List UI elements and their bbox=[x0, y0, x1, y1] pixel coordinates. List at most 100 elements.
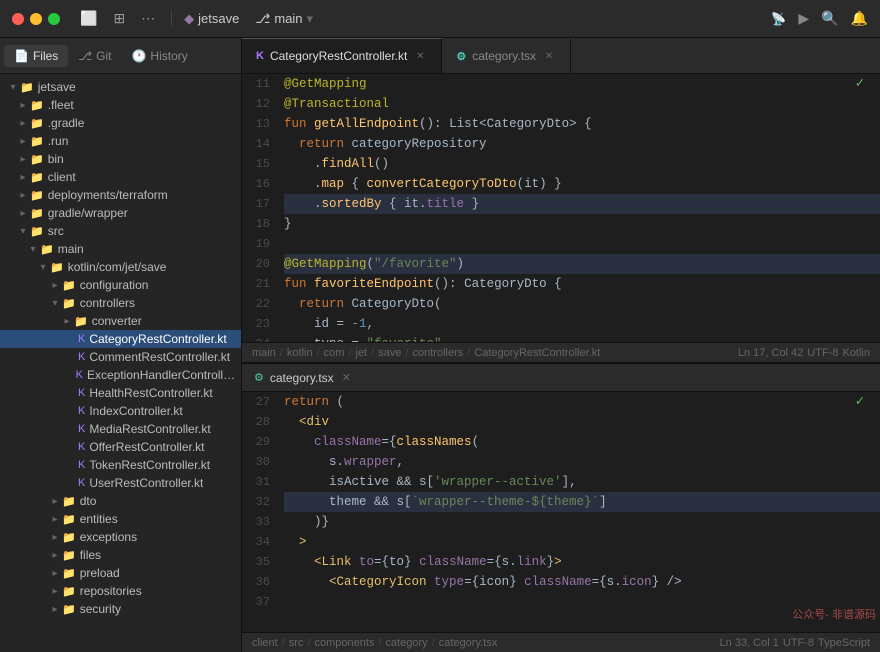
folder-icon: 📁 bbox=[62, 279, 76, 292]
tab-history[interactable]: 🕐 History bbox=[121, 45, 197, 67]
code-line-11: @GetMapping bbox=[284, 74, 880, 94]
lang-kt: Kotlin bbox=[842, 347, 870, 359]
tree-item-health-rest[interactable]: ▸ K HealthRestController.kt bbox=[0, 384, 241, 402]
tree-item-user-rest[interactable]: ▸ K UserRestController.kt bbox=[0, 474, 241, 492]
line-num: 36 bbox=[242, 572, 270, 592]
tab-category-kt[interactable]: K CategoryRestController.kt ✕ bbox=[242, 38, 442, 73]
sidebar-toggle-icon[interactable]: ⬜ bbox=[76, 8, 101, 29]
code-line-23: id = -1, bbox=[284, 314, 880, 334]
breadcrumb-category: category bbox=[385, 637, 427, 649]
wifi-icon[interactable]: 📡 bbox=[771, 12, 786, 26]
tree-item-run[interactable]: ▸ 📁 .run bbox=[0, 132, 241, 150]
tree-item-media-rest[interactable]: ▸ K MediaRestController.kt bbox=[0, 420, 241, 438]
tab-files-label: Files bbox=[33, 49, 58, 63]
tree-item-files[interactable]: ▸ 📁 files bbox=[0, 546, 241, 564]
tree-item-fleet[interactable]: ▸ 📁 .fleet bbox=[0, 96, 241, 114]
tree-item-bin[interactable]: ▸ 📁 bin bbox=[0, 150, 241, 168]
green-check-tsx: ✓ bbox=[856, 392, 864, 412]
kt-icon: K bbox=[76, 369, 83, 381]
code-line-22: return CategoryDto( bbox=[284, 294, 880, 314]
folder-icon: 📁 bbox=[30, 153, 44, 166]
maximize-button[interactable] bbox=[48, 13, 60, 25]
folder-icon: 📁 bbox=[50, 261, 64, 274]
folder-icon: 📁 bbox=[20, 81, 34, 94]
tree-item-configuration[interactable]: ▸ 📁 configuration bbox=[0, 276, 241, 294]
tab-files[interactable]: 📄 Files bbox=[4, 45, 68, 67]
grid-icon[interactable]: ⊞ bbox=[109, 8, 129, 29]
tsx-line-27: return ( bbox=[284, 392, 880, 412]
code-line-24: type = "favorite", bbox=[284, 334, 880, 342]
tab-close-category-kt[interactable]: ✕ bbox=[413, 49, 427, 63]
tree-item-client[interactable]: ▸ 📁 client bbox=[0, 168, 241, 186]
tab-git[interactable]: ⎇ Git bbox=[68, 45, 121, 67]
expand-arrow: ▸ bbox=[48, 514, 62, 525]
tab-category-kt-label: CategoryRestController.kt bbox=[270, 49, 407, 63]
folder-icon: 📁 bbox=[30, 99, 44, 112]
code-line-19 bbox=[284, 234, 880, 254]
run-icon[interactable]: ▶ bbox=[798, 10, 809, 27]
encoding-kt: UTF-8 bbox=[807, 347, 838, 359]
tree-item-deployments[interactable]: ▸ 📁 deployments/terraform bbox=[0, 186, 241, 204]
line-num: 27 bbox=[242, 392, 270, 412]
entities-label: entities bbox=[80, 512, 118, 526]
tsx-pane-close[interactable]: ✕ bbox=[342, 371, 351, 384]
tree-item-category-rest[interactable]: ▸ K CategoryRestController.kt bbox=[0, 330, 241, 348]
tree-item-kotlin[interactable]: ▾ 📁 kotlin/com/jet/save bbox=[0, 258, 241, 276]
expand-arrow: ▸ bbox=[48, 280, 62, 291]
minimize-button[interactable] bbox=[30, 13, 42, 25]
titlebar: ⬜ ⊞ ⋯ ◆ jetsave ⎇ main ▾ 📡 ▶ 🔍 🔔 bbox=[0, 0, 880, 38]
tree-item-src[interactable]: ▾ 📁 src bbox=[0, 222, 241, 240]
sep: / bbox=[467, 347, 470, 359]
tree-item-index-controller[interactable]: ▸ K IndexController.kt bbox=[0, 402, 241, 420]
tree-item-offer-rest[interactable]: ▸ K OfferRestController.kt bbox=[0, 438, 241, 456]
sep: / bbox=[280, 347, 283, 359]
code-area-tsx[interactable]: 27 28 29 30 31 32 33 34 35 36 37 ✓ bbox=[242, 392, 880, 632]
tree-item-gradle[interactable]: ▸ 📁 .gradle bbox=[0, 114, 241, 132]
line-num: 22 bbox=[242, 294, 270, 314]
tab-close-category-tsx[interactable]: ✕ bbox=[542, 49, 556, 63]
line-num: 19 bbox=[242, 234, 270, 254]
sidebar-tree: ▾ 📁 jetsave ▸ 📁 .fleet ▸ 📁 .gradle bbox=[0, 74, 241, 652]
bell-icon[interactable]: 🔔 bbox=[851, 10, 868, 27]
kt-file-icon: K bbox=[256, 50, 264, 62]
kotlin-label: kotlin/com/jet/save bbox=[68, 260, 167, 274]
tree-item-security[interactable]: ▸ 📁 security bbox=[0, 600, 241, 618]
fleet-label: .fleet bbox=[48, 98, 74, 112]
line-num: 15 bbox=[242, 154, 270, 174]
close-button[interactable] bbox=[12, 13, 24, 25]
code-lines-tsx: ✓ return ( <div className={classNames( s… bbox=[280, 392, 880, 632]
tree-item-converter[interactable]: ▸ 📁 converter bbox=[0, 312, 241, 330]
tree-item-repositories[interactable]: ▸ 📁 repositories bbox=[0, 582, 241, 600]
tree-item-controllers[interactable]: ▾ 📁 controllers bbox=[0, 294, 241, 312]
folder-icon: 📁 bbox=[30, 117, 44, 130]
tree-item-entities[interactable]: ▸ 📁 entities bbox=[0, 510, 241, 528]
search-icon[interactable]: 🔍 bbox=[821, 10, 838, 27]
breadcrumb-file-kt: CategoryRestController.kt bbox=[474, 347, 600, 359]
tree-item-comment-rest[interactable]: ▸ K CommentRestController.kt bbox=[0, 348, 241, 366]
tree-item-exceptions[interactable]: ▸ 📁 exceptions bbox=[0, 528, 241, 546]
expand-arrow: ▸ bbox=[16, 172, 30, 183]
index-controller-label: IndexController.kt bbox=[89, 404, 182, 418]
code-area-kotlin[interactable]: 11 12 13 14 15 16 17 18 19 20 21 22 23 2… bbox=[242, 74, 880, 342]
project-name[interactable]: ◆ jetsave bbox=[184, 11, 239, 27]
breadcrumb-controllers: controllers bbox=[413, 347, 464, 359]
sep: / bbox=[307, 637, 310, 649]
breadcrumb-kotlin: kotlin bbox=[287, 347, 313, 359]
breadcrumb-file-tsx: category.tsx bbox=[439, 637, 498, 649]
tab-category-tsx[interactable]: ⚙ category.tsx ✕ bbox=[442, 38, 571, 73]
tree-item-dto[interactable]: ▸ 📁 dto bbox=[0, 492, 241, 510]
line-num: 31 bbox=[242, 472, 270, 492]
tree-item-gradle-wrapper[interactable]: ▸ 📁 gradle/wrapper bbox=[0, 204, 241, 222]
tree-item-exception-handler[interactable]: ▸ K ExceptionHandlerController.kt bbox=[0, 366, 241, 384]
files-label: files bbox=[80, 548, 101, 562]
tree-item-main[interactable]: ▾ 📁 main bbox=[0, 240, 241, 258]
dots-icon[interactable]: ⋯ bbox=[137, 8, 159, 29]
comment-rest-label: CommentRestController.kt bbox=[89, 350, 230, 364]
tree-project-root[interactable]: ▾ 📁 jetsave bbox=[0, 78, 241, 96]
tree-item-token-rest[interactable]: ▸ K TokenRestController.kt bbox=[0, 456, 241, 474]
branch-selector[interactable]: ⎇ main ▾ bbox=[255, 11, 313, 27]
line-num: 29 bbox=[242, 432, 270, 452]
folder-icon: 📁 bbox=[30, 207, 44, 220]
tree-item-preload[interactable]: ▸ 📁 preload bbox=[0, 564, 241, 582]
code-line-17: .sortedBy { it.title } bbox=[284, 194, 880, 214]
